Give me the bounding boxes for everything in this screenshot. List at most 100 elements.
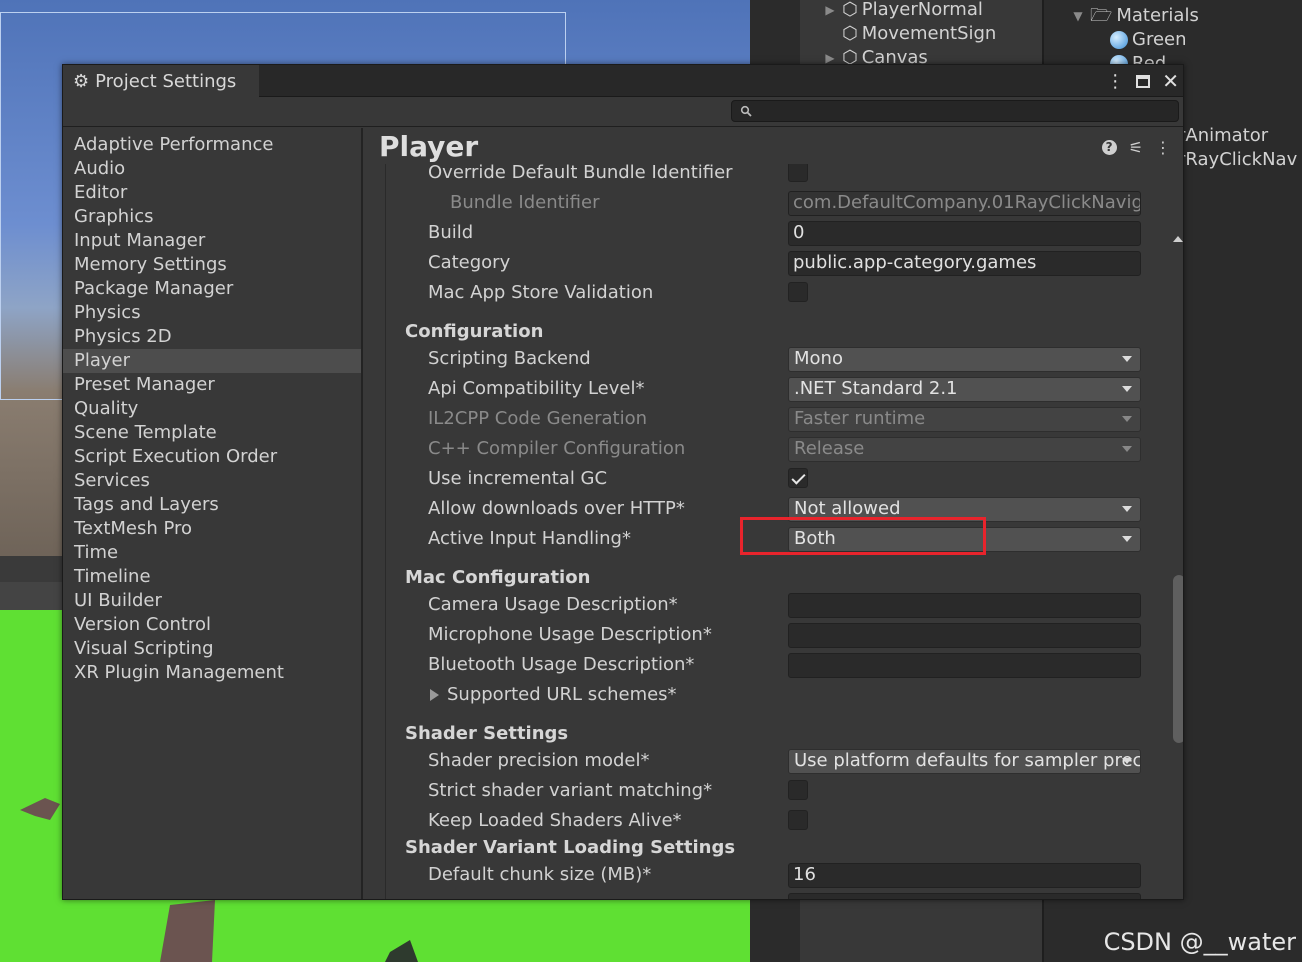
sidebar-item-ui-builder[interactable]: UI Builder xyxy=(63,589,361,613)
scroll-up-icon[interactable] xyxy=(1173,236,1183,242)
expand-arrow-icon[interactable]: ▶ xyxy=(822,0,838,22)
hierarchy-item[interactable]: ▶ ⬡ PlayerNormal xyxy=(822,0,996,22)
sidebar-item-memory-settings[interactable]: Memory Settings xyxy=(63,253,361,277)
strict-shader-variant-checkbox[interactable] xyxy=(788,780,808,800)
watermark: CSDN @__water xyxy=(1103,928,1296,956)
sidebar-item-tags-and-layers[interactable]: Tags and Layers xyxy=(63,493,361,517)
dropdown-arrow-icon xyxy=(1122,506,1132,512)
row-shader-precision: Shader precision model* Use platform def… xyxy=(386,746,1153,776)
shader-precision-dropdown[interactable]: Use platform defaults for sampler prec xyxy=(788,749,1141,774)
row-scripting-backend: Scripting Backend Mono xyxy=(386,344,1153,374)
sidebar-item-timeline[interactable]: Timeline xyxy=(63,565,361,589)
gear-icon: ⚙ xyxy=(73,70,90,92)
row-override-bundle: Override Default Bundle Identifier xyxy=(386,164,1153,188)
window-tab[interactable]: ⚙ Project Settings xyxy=(63,65,259,97)
hierarchy-items: ▶ ⬡ PlayerNormal ⬡ MovementSign ▶ ⬡ Canvas xyxy=(822,0,996,70)
row-category: Category public.app-category.games xyxy=(386,248,1153,278)
row-bundle-identifier: Bundle Identifier com.DefaultCompany.01R… xyxy=(386,188,1153,218)
row-strict-shader-variant: Strict shader variant matching* xyxy=(386,776,1153,806)
more-options-icon[interactable]: ⋮ xyxy=(1155,138,1171,157)
sidebar-item-editor[interactable]: Editor xyxy=(63,181,361,205)
hierarchy-item[interactable]: ⬡ MovementSign xyxy=(822,22,996,46)
row-supported-url-schemes[interactable]: Supported URL schemes* xyxy=(386,680,1153,710)
mac-app-store-validation-checkbox[interactable] xyxy=(788,282,808,302)
sidebar-item-time[interactable]: Time xyxy=(63,541,361,565)
sidebar-item-scene-template[interactable]: Scene Template xyxy=(63,421,361,445)
sidebar-item-input-manager[interactable]: Input Manager xyxy=(63,229,361,253)
search-icon xyxy=(740,105,752,117)
row-microphone-usage: Microphone Usage Description* xyxy=(386,620,1153,650)
il2cpp-code-generation-dropdown[interactable]: Faster runtime xyxy=(788,407,1141,432)
sidebar-item-audio[interactable]: Audio xyxy=(63,157,361,181)
page-title: Player xyxy=(379,130,479,163)
window-controls: ⋮ ✕ xyxy=(1106,67,1179,95)
dropdown-arrow-icon xyxy=(1122,356,1132,362)
default-chunk-count-field[interactable] xyxy=(788,893,1141,899)
sidebar-item-graphics[interactable]: Graphics xyxy=(63,205,361,229)
row-incremental-gc: Use incremental GC xyxy=(386,464,1153,494)
incremental-gc-checkbox[interactable] xyxy=(788,468,808,488)
project-settings-window: ⚙ Project Settings ⋮ ✕ Adaptive Performa… xyxy=(62,64,1184,900)
sidebar-item-services[interactable]: Services xyxy=(63,469,361,493)
expand-arrow-icon[interactable] xyxy=(430,689,439,701)
dropdown-arrow-icon xyxy=(1122,416,1132,422)
build-field[interactable]: 0 xyxy=(788,221,1141,246)
background-fragments: rAnimator rRayClickNav xyxy=(1178,125,1298,170)
sidebar-item-package-manager[interactable]: Package Manager xyxy=(63,277,361,301)
sidebar-item-quality[interactable]: Quality xyxy=(63,397,361,421)
sidebar-item-adaptive-performance[interactable]: Adaptive Performance xyxy=(63,133,361,157)
sidebar-item-xr-plugin-management[interactable]: XR Plugin Management xyxy=(63,661,361,685)
api-compatibility-dropdown[interactable]: .NET Standard 2.1 xyxy=(788,377,1141,402)
category-field[interactable]: public.app-category.games xyxy=(788,251,1141,276)
row-il2cpp-code-generation: IL2CPP Code Generation Faster runtime xyxy=(386,404,1153,434)
bundle-identifier-field[interactable]: com.DefaultCompany.01RayClickNavig xyxy=(788,191,1141,216)
player-settings-panel: Player ? ⚟ ⋮ Override Default Bundle Ide… xyxy=(365,128,1183,899)
sidebar-item-version-control[interactable]: Version Control xyxy=(63,613,361,637)
maximize-icon[interactable] xyxy=(1136,74,1151,88)
override-bundle-checkbox[interactable] xyxy=(788,164,808,182)
sidebar-item-script-execution-order[interactable]: Script Execution Order xyxy=(63,445,361,469)
sidebar-item-textmesh-pro[interactable]: TextMesh Pro xyxy=(63,517,361,541)
section-header-configuration: Configuration xyxy=(405,321,544,342)
default-chunk-size-field[interactable]: 16 xyxy=(788,863,1141,888)
project-item-green[interactable]: Green xyxy=(1070,28,1199,52)
annotation-highlight-box xyxy=(740,517,986,555)
settings-sidebar: Adaptive Performance Audio Editor Graphi… xyxy=(63,128,363,899)
scrollbar-thumb[interactable] xyxy=(1173,575,1183,743)
material-sphere-icon xyxy=(1110,31,1128,49)
window-title: Project Settings xyxy=(95,70,237,92)
header-icons: ? ⚟ ⋮ xyxy=(1101,138,1171,157)
sidebar-item-visual-scripting[interactable]: Visual Scripting xyxy=(63,637,361,661)
sidebar-item-physics-2d[interactable]: Physics 2D xyxy=(63,325,361,349)
row-keep-loaded-shaders: Keep Loaded Shaders Alive* xyxy=(386,806,1153,836)
sidebar-item-player[interactable]: Player xyxy=(63,349,361,373)
bluetooth-usage-field[interactable] xyxy=(788,653,1141,678)
cube-icon: ⬡ xyxy=(842,0,858,20)
row-api-compatibility: Api Compatibility Level* .NET Standard 2… xyxy=(386,374,1153,404)
dropdown-arrow-icon xyxy=(1122,446,1132,452)
row-bluetooth-usage: Bluetooth Usage Description* xyxy=(386,650,1153,680)
close-icon[interactable]: ✕ xyxy=(1162,69,1179,93)
sidebar-item-physics[interactable]: Physics xyxy=(63,301,361,325)
search-input[interactable] xyxy=(731,100,1179,122)
cpp-compiler-configuration-dropdown[interactable]: Release xyxy=(788,437,1141,462)
project-item-materials[interactable]: ▼ 🗁 Materials xyxy=(1070,4,1198,28)
sidebar-item-preset-manager[interactable]: Preset Manager xyxy=(63,373,361,397)
section-header-shader-variant-loading: Shader Variant Loading Settings xyxy=(405,837,736,858)
expand-arrow-icon[interactable]: ▼ xyxy=(1070,4,1086,28)
row-cut-off xyxy=(386,890,1153,899)
more-options-icon[interactable]: ⋮ xyxy=(1106,71,1124,92)
row-default-chunk-size: Default chunk size (MB)* 16 xyxy=(386,860,1153,890)
camera-usage-field[interactable] xyxy=(788,593,1141,618)
keep-loaded-shaders-checkbox[interactable] xyxy=(788,810,808,830)
row-build: Build 0 xyxy=(386,218,1153,248)
dropdown-arrow-icon xyxy=(1122,536,1132,542)
dropdown-arrow-icon xyxy=(1122,758,1132,764)
dropdown-arrow-icon xyxy=(1122,386,1132,392)
help-icon[interactable]: ? xyxy=(1101,140,1117,155)
scripting-backend-dropdown[interactable]: Mono xyxy=(788,347,1141,372)
vertical-scrollbar[interactable] xyxy=(1155,164,1179,899)
window-titlebar: ⚙ Project Settings ⋮ ✕ xyxy=(63,65,1183,97)
microphone-usage-field[interactable] xyxy=(788,623,1141,648)
preset-sliders-icon[interactable]: ⚟ xyxy=(1129,138,1143,157)
